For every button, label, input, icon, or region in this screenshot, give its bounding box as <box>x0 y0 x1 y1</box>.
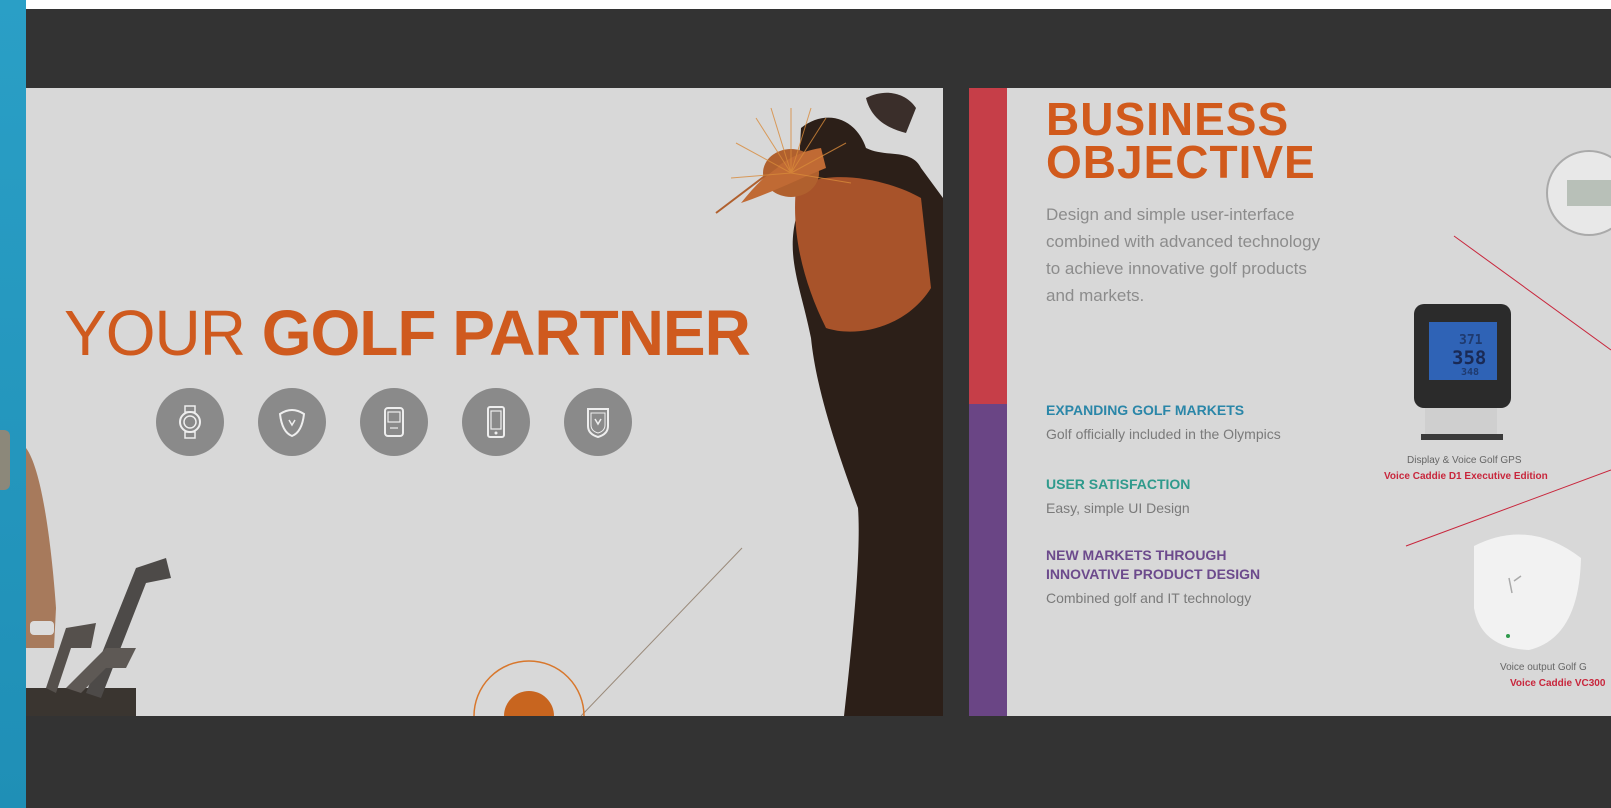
product-icon-row <box>156 388 632 456</box>
device1-caption: Display & Voice Golf GPS <box>1407 455 1522 466</box>
device2-caption: Voice output Golf G <box>1500 662 1587 673</box>
golf-watch-icon <box>156 388 224 456</box>
slide2-device-illustrations <box>1405 150 1611 650</box>
rangefinder-icon <box>462 388 530 456</box>
title-bold-words: GOLF PARTNER <box>261 297 751 369</box>
device-screen-top: 371 <box>1459 333 1483 348</box>
device2-product-name: Voice Caddie VC300 <box>1510 678 1606 689</box>
gps-device-icon <box>360 388 428 456</box>
title-light-word: YOUR <box>64 297 246 369</box>
device-screen-main: 358 <box>1452 347 1487 369</box>
voice-caddie-icon <box>258 388 326 456</box>
slide-your-golf-partner[interactable]: YOUR GOLF PARTNER <box>26 88 943 716</box>
device1-product-name: Voice Caddie D1 Executive Edition <box>1384 471 1548 482</box>
slide-business-objective[interactable]: BUSINESS OBJECTIVE Design and simple user… <box>969 88 1611 716</box>
slide1-title: YOUR GOLF PARTNER <box>64 296 751 370</box>
shield-badge-icon <box>564 388 632 456</box>
device-screen-bottom: 348 <box>1461 367 1480 378</box>
edge-photo-fragment <box>0 430 10 490</box>
left-panel-strip <box>0 0 26 808</box>
presentation-viewer[interactable]: YOUR GOLF PARTNER BUSINESS OBJECTIVE Desi… <box>26 9 1611 808</box>
